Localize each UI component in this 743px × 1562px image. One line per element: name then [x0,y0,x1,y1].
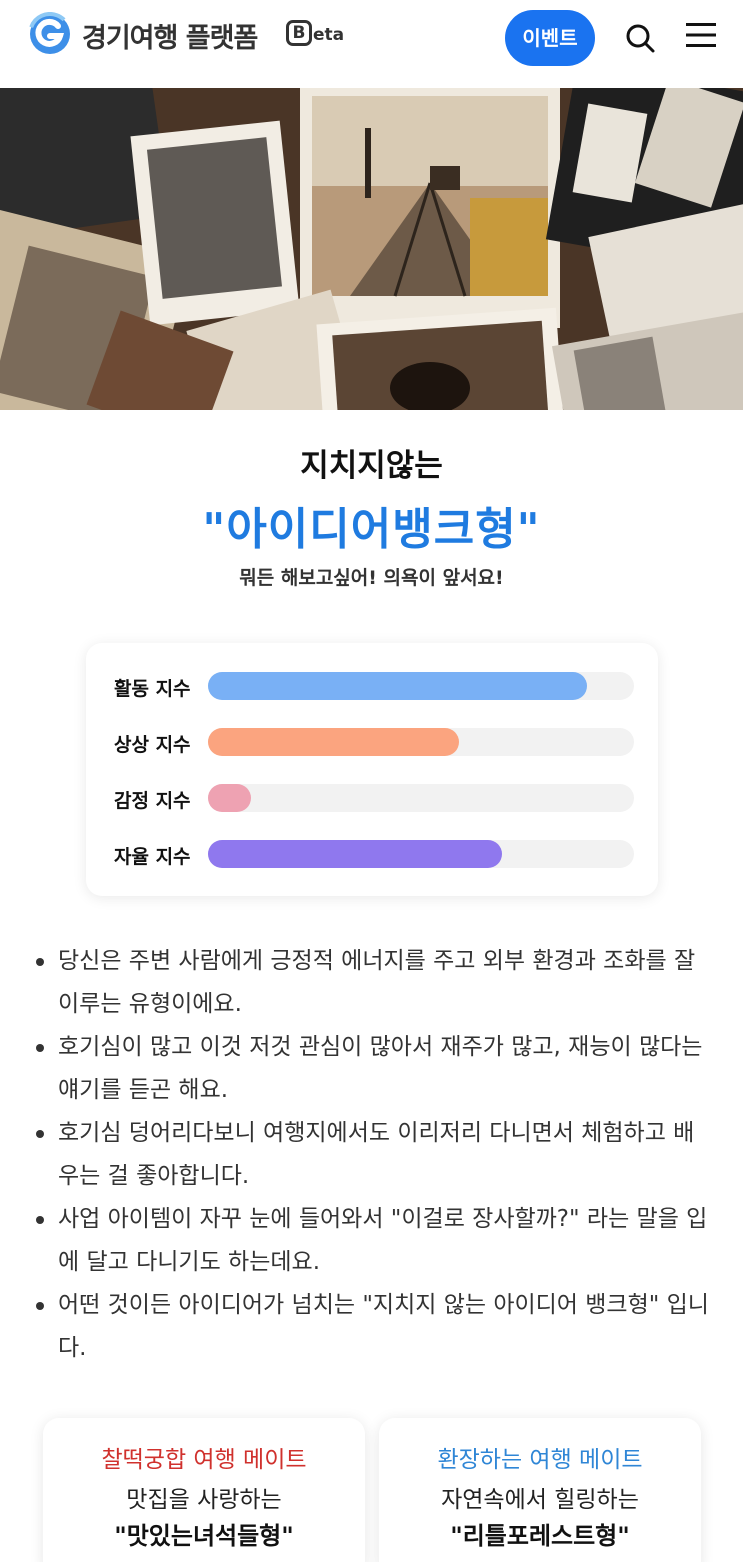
stat-fill [208,784,251,812]
mate-card-best[interactable]: 찰떡궁합 여행 메이트 맛집을 사랑하는 "맛있는녀석들형" [43,1418,365,1562]
stat-row-emotion: 감정 지수 [86,784,658,814]
list-item: 호기심 덩어리다보니 여행지에서도 이리저리 다니면서 체험하고 배우는 걸 좋… [30,1112,710,1198]
stat-label: 상상 지수 [114,734,191,756]
header: 경기여행 플랫폼 B eta 이벤트 [0,0,743,88]
stat-label: 자율 지수 [114,846,191,868]
menu-icon[interactable] [685,22,717,48]
list-item: 어떤 것이든 아이디어가 넘치는 "지치지 않는 아이디어 뱅크형" 입니다. [30,1284,710,1370]
stat-track [208,728,634,756]
result-subtitle: 지치지않는 [300,448,443,484]
stat-track [208,784,634,812]
stat-track [208,840,634,868]
brand-name[interactable]: 경기여행 플랫폼 [82,16,258,55]
stat-label: 활동 지수 [114,678,191,700]
stats-card: 활동 지수 상상 지수 감정 지수 자율 지수 [86,643,658,896]
stat-row-activity: 활동 지수 [86,672,658,702]
stat-row-imagination: 상상 지수 [86,728,658,758]
list-item: 사업 아이템이 자꾸 눈에 들어와서 "이걸로 장사할까?" 라는 말을 입에 … [30,1198,710,1284]
beta-label: eta [313,25,345,45]
mate-card-title: 환장하는 여행 메이트 [437,1447,643,1473]
list-item: 호기심이 많고 이것 저것 관심이 많아서 재주가 많고, 재능이 많다는 얘기… [30,1026,710,1112]
stat-fill [208,672,588,700]
stat-row-autonomy: 자율 지수 [86,840,658,870]
mate-card-desc: 맛집을 사랑하는 [126,1487,282,1513]
mate-card-title: 찰떡궁합 여행 메이트 [101,1447,307,1473]
logo-icon[interactable] [28,12,72,56]
mate-card-worst[interactable]: 환장하는 여행 메이트 자연속에서 힐링하는 "리틀포레스트형" [379,1418,701,1562]
result-type-title: "아이디어뱅크형" [202,504,541,555]
list-item: 당신은 주변 사람에게 긍정적 에너지를 주고 외부 환경과 조화를 잘 이루는… [30,940,710,1026]
stat-track [208,672,634,700]
description-list: 당신은 주변 사람에게 긍정적 에너지를 주고 외부 환경과 조화를 잘 이루는… [30,940,710,1370]
mate-card-type: "리틀포레스트형" [450,1522,630,1550]
event-button[interactable]: 이벤트 [505,10,595,66]
hero-image [0,88,743,410]
search-icon[interactable] [624,22,656,54]
stat-label: 감정 지수 [114,790,191,812]
stat-fill [208,728,460,756]
beta-badge: B [286,20,312,46]
stat-fill [208,840,502,868]
result-tagline: 뭐든 해보고싶어! 의욕이 앞서요! [239,567,504,589]
mate-card-type: "맛있는녀석들형" [114,1522,294,1550]
mate-card-desc: 자연속에서 힐링하는 [441,1487,639,1513]
